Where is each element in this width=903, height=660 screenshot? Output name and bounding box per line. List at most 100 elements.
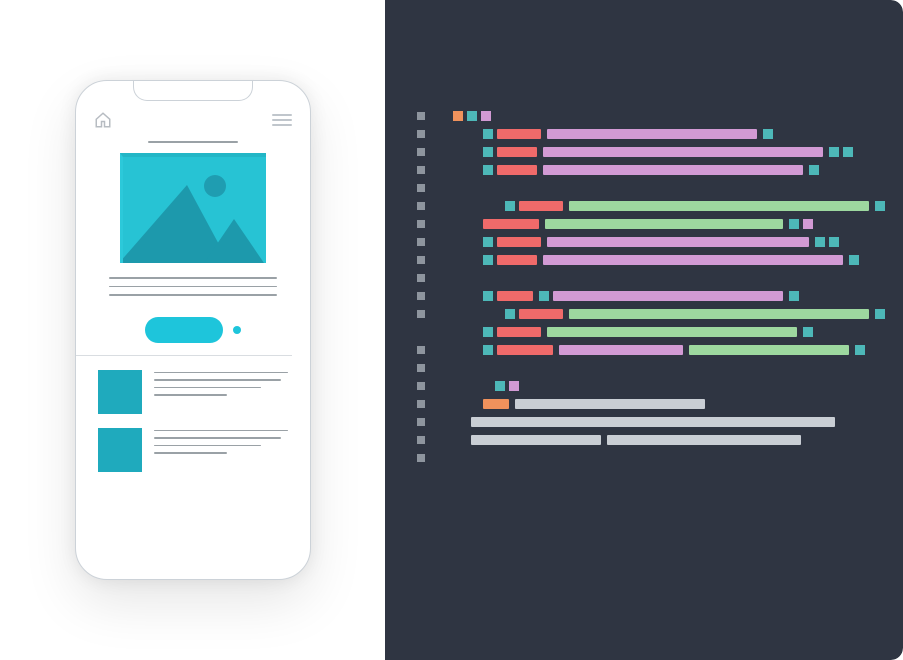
- code-token: [483, 165, 493, 175]
- code-token: [481, 111, 491, 121]
- code-token: [539, 291, 549, 301]
- list-item[interactable]: [98, 428, 288, 472]
- line-gutter-marker: [417, 274, 425, 282]
- list: [94, 370, 292, 472]
- code-token: [519, 201, 563, 211]
- code-line: [417, 452, 875, 464]
- home-icon[interactable]: [94, 111, 112, 129]
- line-gutter-marker: [417, 436, 425, 444]
- mountain-icon: [204, 219, 264, 263]
- code-token: [789, 219, 799, 229]
- code-token: [547, 327, 797, 337]
- code-token: [547, 129, 757, 139]
- code-token: [505, 201, 515, 211]
- code-token: [467, 111, 477, 121]
- code-token: [497, 237, 541, 247]
- code-line: [417, 362, 875, 374]
- thumbnail-placeholder: [98, 370, 142, 414]
- code-line: [417, 200, 875, 212]
- line-gutter-marker: [417, 112, 425, 120]
- code-token: [803, 219, 813, 229]
- code-token: [543, 255, 843, 265]
- code-token: [803, 327, 813, 337]
- code-token: [497, 345, 553, 355]
- line-gutter-marker: [417, 346, 425, 354]
- code-token: [875, 309, 885, 319]
- section-divider: [76, 355, 292, 356]
- code-token: [497, 165, 537, 175]
- code-line: [417, 146, 875, 158]
- code-token: [515, 399, 705, 409]
- list-item[interactable]: [98, 370, 288, 414]
- code-token: [849, 255, 859, 265]
- line-gutter-marker: [417, 166, 425, 174]
- code-line: [417, 236, 875, 248]
- code-token: [497, 255, 537, 265]
- code-token: [843, 147, 853, 157]
- code-line: [417, 164, 875, 176]
- code-token: [855, 345, 865, 355]
- code-token: [559, 345, 683, 355]
- code-line: [417, 416, 875, 428]
- line-gutter-marker: [417, 148, 425, 156]
- code-line: [417, 254, 875, 266]
- line-gutter-marker: [417, 202, 425, 210]
- code-pane: [385, 0, 903, 660]
- phone-frame: [75, 80, 311, 580]
- item-text-placeholder: [154, 428, 288, 454]
- code-token: [471, 417, 835, 427]
- code-token: [483, 255, 493, 265]
- code-token: [545, 219, 783, 229]
- code-token: [569, 201, 869, 211]
- pagination-dot[interactable]: [233, 326, 241, 334]
- code-token: [789, 291, 799, 301]
- line-gutter-marker: [417, 220, 425, 228]
- code-token: [543, 165, 803, 175]
- mockup-pane: [0, 0, 385, 660]
- code-token: [497, 291, 533, 301]
- code-line: [417, 344, 875, 356]
- code-line: [417, 398, 875, 410]
- code-line: [417, 326, 875, 338]
- code-token: [483, 147, 493, 157]
- code-token: [875, 201, 885, 211]
- code-token: [543, 147, 823, 157]
- title-placeholder: [148, 141, 238, 143]
- code-token: [815, 237, 825, 247]
- thumbnail-placeholder: [98, 428, 142, 472]
- code-token: [483, 129, 493, 139]
- item-text-placeholder: [154, 370, 288, 396]
- line-gutter-marker: [417, 364, 425, 372]
- code-token: [553, 291, 783, 301]
- menu-icon[interactable]: [272, 114, 292, 126]
- code-mockup: [417, 110, 875, 464]
- code-line: [417, 434, 875, 446]
- code-token: [453, 111, 463, 121]
- code-line: [417, 272, 875, 284]
- code-token: [497, 129, 541, 139]
- line-gutter-marker: [417, 256, 425, 264]
- line-gutter-marker: [417, 400, 425, 408]
- line-gutter-marker: [417, 238, 425, 246]
- cta-button[interactable]: [145, 317, 223, 343]
- code-token: [569, 309, 869, 319]
- code-token: [809, 165, 819, 175]
- code-token: [497, 327, 541, 337]
- code-token: [519, 309, 563, 319]
- code-line: [417, 218, 875, 230]
- hero-image-placeholder: [120, 153, 266, 263]
- code-token: [483, 345, 493, 355]
- line-gutter-marker: [417, 418, 425, 426]
- code-token: [829, 147, 839, 157]
- line-gutter-marker: [417, 310, 425, 318]
- code-line: [417, 380, 875, 392]
- code-token: [509, 381, 519, 391]
- code-token: [505, 309, 515, 319]
- code-line: [417, 290, 875, 302]
- code-token: [471, 435, 601, 445]
- code-line: [417, 182, 875, 194]
- code-token: [483, 237, 493, 247]
- code-token: [483, 399, 509, 409]
- code-token: [763, 129, 773, 139]
- code-token: [495, 381, 505, 391]
